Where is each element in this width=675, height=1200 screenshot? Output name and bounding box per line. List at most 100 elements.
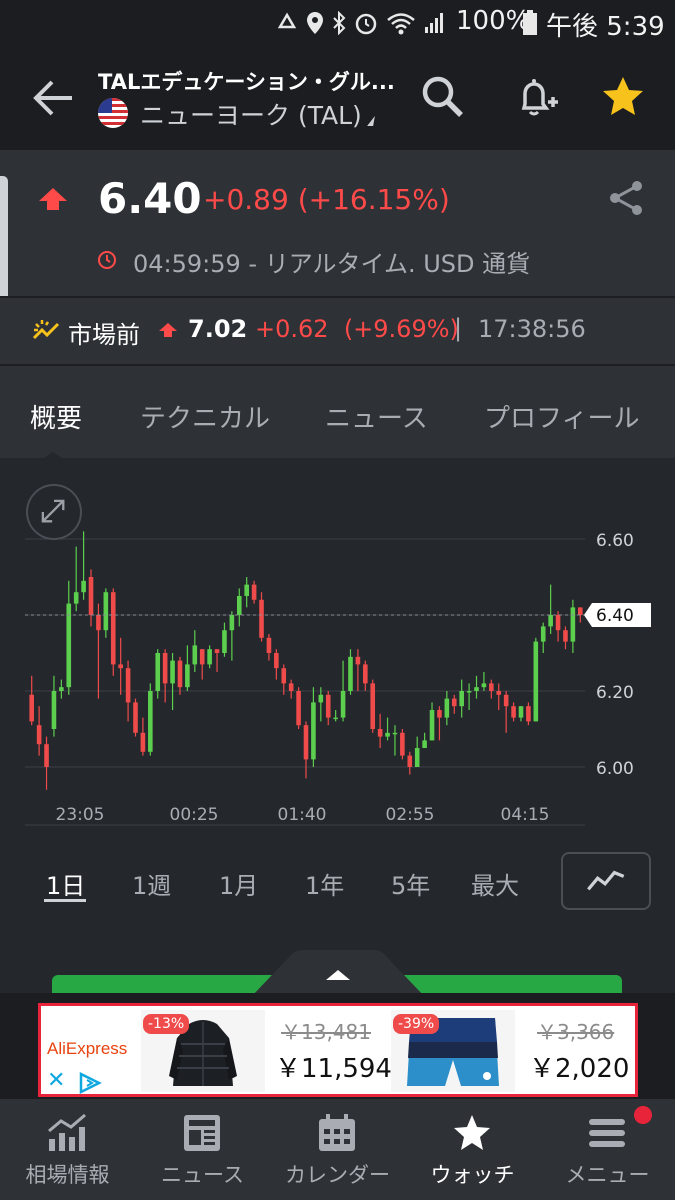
candle-body (251, 584, 257, 600)
y-tick-label: 6.20 (596, 683, 634, 703)
candle-body (162, 653, 168, 684)
premarket-separator: | (454, 314, 463, 342)
candle-body (288, 683, 294, 691)
candlestick-chart[interactable]: 6.006.206.406.606.4023:0500:2501:4002:55… (0, 460, 675, 850)
candle-body (103, 592, 109, 631)
nav-markets-label: 相場情報 (25, 1163, 110, 1187)
markets-chart-icon (48, 1113, 86, 1151)
premarket-time: 17:38:56 (478, 315, 586, 343)
tab-news[interactable]: ニュース (325, 398, 428, 435)
candle-body (170, 660, 175, 684)
candle-body (296, 691, 301, 726)
candle-body (266, 637, 272, 653)
nav-news[interactable]: ニュース (135, 1099, 270, 1200)
x-tick-label: 00:25 (170, 805, 219, 825)
nav-watchlist[interactable]: ウォッチ (405, 1099, 540, 1200)
candle-body (466, 691, 472, 693)
status-bar: 100% 午後 5:39 (0, 0, 675, 46)
candle-body (548, 615, 553, 627)
candle-body (88, 577, 94, 615)
ad-discount-badge: -13% (143, 1014, 190, 1034)
candle-body (555, 615, 561, 631)
candle-body (229, 615, 235, 631)
premarket-sun-icon (32, 320, 60, 340)
expand-icon[interactable] (26, 484, 82, 540)
premarket-price: 7.02 (188, 315, 248, 343)
app-header: TALエデュケーション・グル... ニューヨーク (TAL) (0, 46, 675, 150)
price-chart[interactable]: 6.006.206.406.606.4023:0500:2501:4002:55… (0, 460, 675, 850)
candle-body (177, 660, 183, 688)
candle-body (222, 630, 227, 653)
x-tick-label: 23:05 (56, 805, 105, 825)
ad-close-icon[interactable]: ✕ (47, 1068, 65, 1093)
candle-body (407, 755, 413, 767)
candle-body (481, 683, 487, 688)
candle-body (140, 732, 146, 752)
back-arrow-icon[interactable] (30, 76, 78, 120)
notification-badge (634, 1106, 652, 1124)
premarket-row: 市場前 7.02 +0.62 (+9.69%) | 17:38:56 (0, 298, 675, 364)
chart-type-line-icon[interactable] (561, 852, 651, 910)
last-price-label: 6.40 (596, 606, 634, 626)
candle-body (59, 687, 64, 691)
exchange-label[interactable]: ニューヨーク (TAL) (140, 96, 362, 132)
candle-body (192, 645, 198, 665)
recycle-icon (277, 12, 297, 29)
x-tick-label: 02:55 (386, 805, 435, 825)
share-icon[interactable] (606, 178, 646, 218)
star-icon[interactable] (598, 72, 648, 122)
ad-brand-logo: AliExpress (47, 1039, 128, 1058)
location-icon (307, 12, 323, 34)
nav-calendar-label: カレンダー (285, 1163, 390, 1187)
exchange-dropdown-icon[interactable] (367, 116, 375, 126)
candle-body (489, 683, 494, 691)
quote-panel: 6.40 +0.89 (+16.15%) 04:59:59 - リアルタイム. … (0, 150, 675, 296)
candle-body (451, 698, 457, 707)
nav-menu[interactable]: メニュー (540, 1099, 675, 1200)
candle-body (340, 691, 346, 718)
price-up-arrow-icon (39, 188, 67, 210)
candle-body (533, 641, 539, 722)
candle-body (199, 649, 205, 665)
range-1d[interactable]: 1日 (46, 866, 85, 901)
range-5y[interactable]: 5年 (391, 866, 430, 901)
add-alert-bell-icon[interactable] (512, 72, 562, 122)
search-icon[interactable] (418, 72, 468, 122)
ad-banner[interactable]: AliExpress ✕ -13% ￥13,481 ￥11,594 -39% ￥… (38, 1003, 638, 1097)
nav-news-label: ニュース (161, 1163, 244, 1187)
candle-body (474, 687, 479, 691)
adchoices-icon[interactable] (77, 1072, 103, 1094)
premarket-change: +0.62 (+9.69%) (255, 315, 459, 343)
tab-technical[interactable]: テクニカル (140, 398, 270, 435)
calendar-icon (319, 1114, 355, 1151)
tab-overview[interactable]: 概要 (30, 398, 82, 435)
candle-body (444, 698, 450, 718)
active-tab-indicator (41, 452, 65, 460)
candle-body (496, 691, 502, 695)
candle-body (274, 653, 279, 669)
candle-body (400, 732, 405, 756)
drawer-handle[interactable] (252, 950, 424, 996)
ad-price: ￥11,594 (275, 1054, 392, 1084)
range-1w[interactable]: 1週 (132, 866, 171, 901)
candle-body (414, 748, 420, 767)
ad-old-price: ￥13,481 (281, 1020, 371, 1044)
candle-body (81, 580, 86, 593)
tab-profile[interactable]: プロフィール (484, 398, 639, 435)
candle-body (207, 649, 212, 665)
nav-calendar[interactable]: カレンダー (270, 1099, 405, 1200)
candle-body (392, 732, 398, 735)
candle-body (511, 706, 516, 718)
candle-body (503, 694, 509, 707)
premarket-change-percent: (+9.69%) (343, 315, 459, 343)
candle-body (459, 691, 464, 707)
candle-body (29, 694, 35, 722)
range-max[interactable]: 最大 (471, 866, 519, 901)
range-active-underline (44, 899, 86, 902)
candle-body (570, 607, 576, 642)
candle-body (36, 725, 42, 745)
nav-markets[interactable]: 相場情報 (0, 1099, 135, 1200)
range-1m[interactable]: 1月 (219, 866, 258, 901)
range-1y[interactable]: 1年 (305, 866, 344, 901)
y-tick-label: 6.00 (596, 759, 634, 779)
